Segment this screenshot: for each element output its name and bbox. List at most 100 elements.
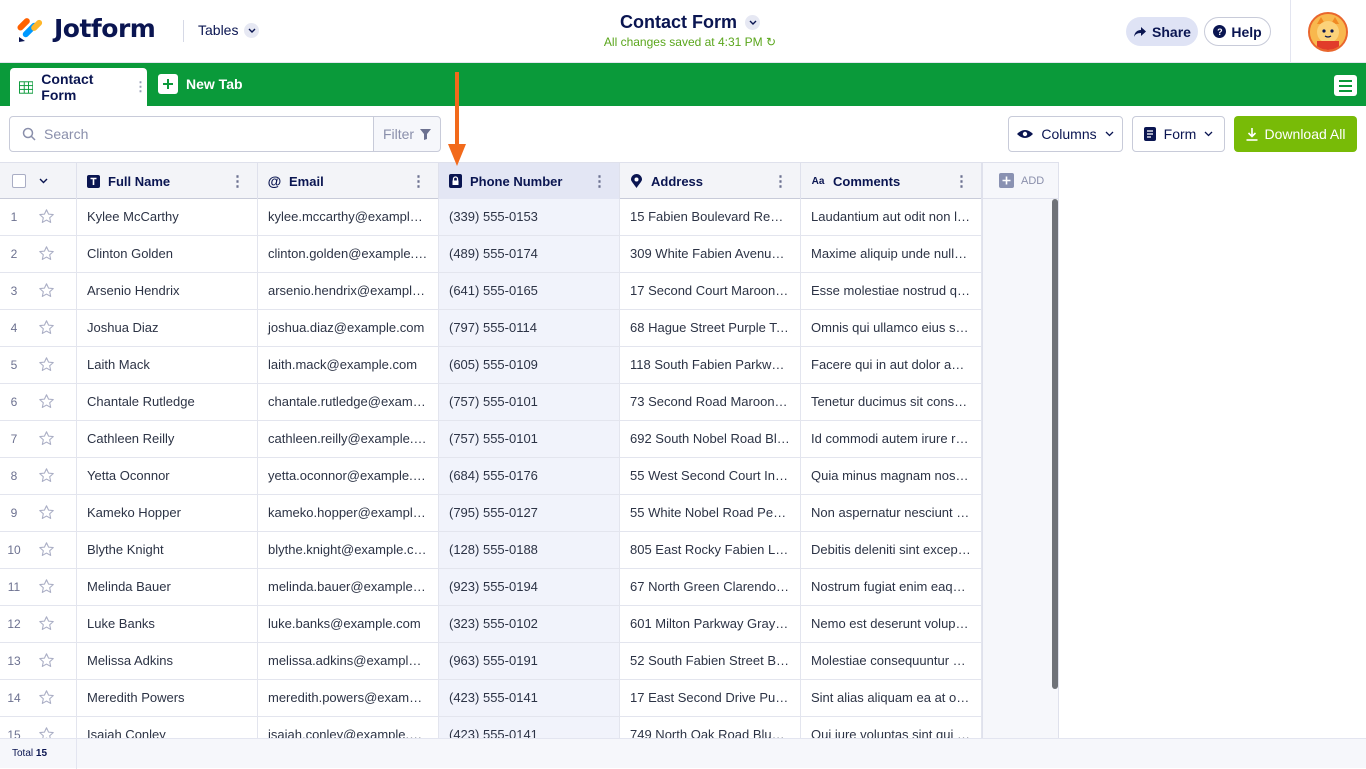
form-title[interactable]: Contact Form [620,12,760,33]
cell-full-name[interactable]: Melinda Bauer [77,569,258,605]
new-tab-button[interactable]: New Tab [158,74,243,94]
chevron-down-icon[interactable] [39,178,48,184]
cell-email[interactable]: melissa.adkins@example.com [258,643,439,679]
help-button[interactable]: ? Help [1204,17,1271,46]
cell-address[interactable]: 17 Second Court Maroon Cloud [620,273,801,309]
star-icon[interactable] [38,282,55,304]
column-options-icon[interactable]: ⋮ [954,172,969,190]
jotform-logo[interactable]: Jotform [17,14,156,43]
cell-full-name[interactable]: Blythe Knight [77,532,258,568]
cell-email[interactable]: joshua.diaz@example.com [258,310,439,346]
table-row[interactable]: 2 Clinton Golden clinton.golden@example.co… [0,236,982,273]
cell-phone-number[interactable]: (641) 555-0165 [439,273,620,309]
star-icon[interactable] [38,689,55,711]
cell-phone-number[interactable]: (923) 555-0194 [439,569,620,605]
cell-email[interactable]: cathleen.reilly@example.com [258,421,439,457]
cell-comments[interactable]: Quia minus magnam nostrud ad [801,458,982,494]
search-input[interactable] [44,126,344,142]
table-row[interactable]: 11 Melinda Bauer melinda.bauer@example.com… [0,569,982,606]
cell-phone-number[interactable]: (128) 555-0188 [439,532,620,568]
cell-phone-number[interactable]: (795) 555-0127 [439,495,620,531]
star-icon[interactable] [38,652,55,674]
cell-address[interactable]: 52 South Fabien Street Beirut [620,643,801,679]
cell-full-name[interactable]: Melissa Adkins [77,643,258,679]
column-header-full-name[interactable]: Full Name ⋮ [77,163,258,199]
avatar[interactable] [1308,12,1348,52]
cell-address[interactable]: 309 White Fabien Avenue Red [620,236,801,272]
column-options-icon[interactable]: ⋮ [592,172,607,190]
table-row[interactable]: 14 Meredith Powers meredith.powers@example… [0,680,982,717]
star-icon[interactable] [38,467,55,489]
column-options-icon[interactable]: ⋮ [773,172,788,190]
table-row[interactable]: 8 Yetta Oconnor yetta.oconnor@example.com(… [0,458,982,495]
cell-address[interactable]: 601 Milton Parkway Gray Town [620,606,801,642]
cell-email[interactable]: laith.mack@example.com [258,347,439,383]
star-icon[interactable] [38,208,55,230]
cell-phone-number[interactable]: (323) 555-0102 [439,606,620,642]
cell-address[interactable]: 68 Hague Street Purple Town [620,310,801,346]
star-icon[interactable] [38,541,55,563]
cell-address[interactable]: 67 North Green Clarendon Way [620,569,801,605]
star-icon[interactable] [38,504,55,526]
cell-full-name[interactable]: Chantale Rutledge [77,384,258,420]
select-all-checkbox[interactable] [12,174,26,188]
cell-email[interactable]: luke.banks@example.com [258,606,439,642]
cell-full-name[interactable]: Yetta Oconnor [77,458,258,494]
add-column-button[interactable]: ADD [983,162,1058,199]
cell-phone-number[interactable]: (797) 555-0114 [439,310,620,346]
cell-phone-number[interactable]: (757) 555-0101 [439,384,620,420]
column-header-address[interactable]: Address ⋮ [620,163,801,199]
cell-comments[interactable]: Id commodi autem irure ratione [801,421,982,457]
table-row[interactable]: 4 Joshua Diaz joshua.diaz@example.com (797)… [0,310,982,347]
cell-comments[interactable]: Facere qui in aut dolor animi [801,347,982,383]
cell-comments[interactable]: Omnis qui ullamco eius sunt et [801,310,982,346]
cell-address[interactable]: 15 Fabien Boulevard Red Cloud [620,199,801,235]
table-row[interactable]: 13 Melissa Adkins melissa.adkins@example.c… [0,643,982,680]
table-row[interactable]: 9 Kameko Hopper kameko.hopper@example.com(… [0,495,982,532]
table-row[interactable]: 1 Kylee McCarthy kylee.mccarthy@example.co… [0,199,982,236]
cell-email[interactable]: kylee.mccarthy@example.com [258,199,439,235]
column-header-email[interactable]: @ Email ⋮ [258,163,439,199]
cell-full-name[interactable]: Clinton Golden [77,236,258,272]
column-options-icon[interactable]: ⋮ [230,172,245,190]
cell-comments[interactable]: Maxime aliquip unde nulla quis [801,236,982,272]
cell-comments[interactable]: Laudantium aut odit non laboris [801,199,982,235]
cell-comments[interactable]: Esse molestiae nostrud quia in [801,273,982,309]
cell-comments[interactable]: Sint alias aliquam ea at occaecat [801,680,982,716]
table-row[interactable]: 7 Cathleen Reilly cathleen.reilly@example.… [0,421,982,458]
table-row[interactable]: 5 Laith Mack laith.mack@example.com (605) 5… [0,347,982,384]
cell-address[interactable]: 692 South Nobel Road Blue Isle [620,421,801,457]
cell-comments[interactable]: Tenetur ducimus sit consequat [801,384,982,420]
cell-phone-number[interactable]: (757) 555-0101 [439,421,620,457]
star-icon[interactable] [38,245,55,267]
star-icon[interactable] [38,393,55,415]
cell-phone-number[interactable]: (489) 555-0174 [439,236,620,272]
cell-full-name[interactable]: Meredith Powers [77,680,258,716]
cell-phone-number[interactable]: (339) 555-0153 [439,199,620,235]
cell-email[interactable]: blythe.knight@example.com [258,532,439,568]
table-row[interactable]: 6 Chantale Rutledge chantale.rutledge@exam… [0,384,982,421]
star-icon[interactable] [38,430,55,452]
star-icon[interactable] [38,319,55,341]
cell-email[interactable]: clinton.golden@example.com [258,236,439,272]
cell-email[interactable]: meredith.powers@example.com [258,680,439,716]
cell-comments[interactable]: Nemo est deserunt voluptatem [801,606,982,642]
star-icon[interactable] [38,578,55,600]
column-header-phone-number[interactable]: Phone Number ⋮ [439,163,620,199]
download-all-button[interactable]: Download All [1234,116,1357,152]
cell-phone-number[interactable]: (963) 555-0191 [439,643,620,679]
cell-full-name[interactable]: Kameko Hopper [77,495,258,531]
cell-comments[interactable]: Nostrum fugiat enim eaque in [801,569,982,605]
cell-email[interactable]: melinda.bauer@example.com [258,569,439,605]
cell-phone-number[interactable]: (684) 555-0176 [439,458,620,494]
cell-full-name[interactable]: Kylee McCarthy [77,199,258,235]
cell-full-name[interactable]: Cathleen Reilly [77,421,258,457]
tab-options-icon[interactable]: ⋮ [134,79,147,95]
share-button[interactable]: Share [1126,17,1198,46]
cell-email[interactable]: arsenio.hendrix@example.com [258,273,439,309]
cell-phone-number[interactable]: (423) 555-0141 [439,680,620,716]
cell-email[interactable]: chantale.rutledge@example.com [258,384,439,420]
cell-phone-number[interactable]: (605) 555-0109 [439,347,620,383]
table-row[interactable]: 12 Luke Banks luke.banks@example.com (323) … [0,606,982,643]
cell-full-name[interactable]: Joshua Diaz [77,310,258,346]
